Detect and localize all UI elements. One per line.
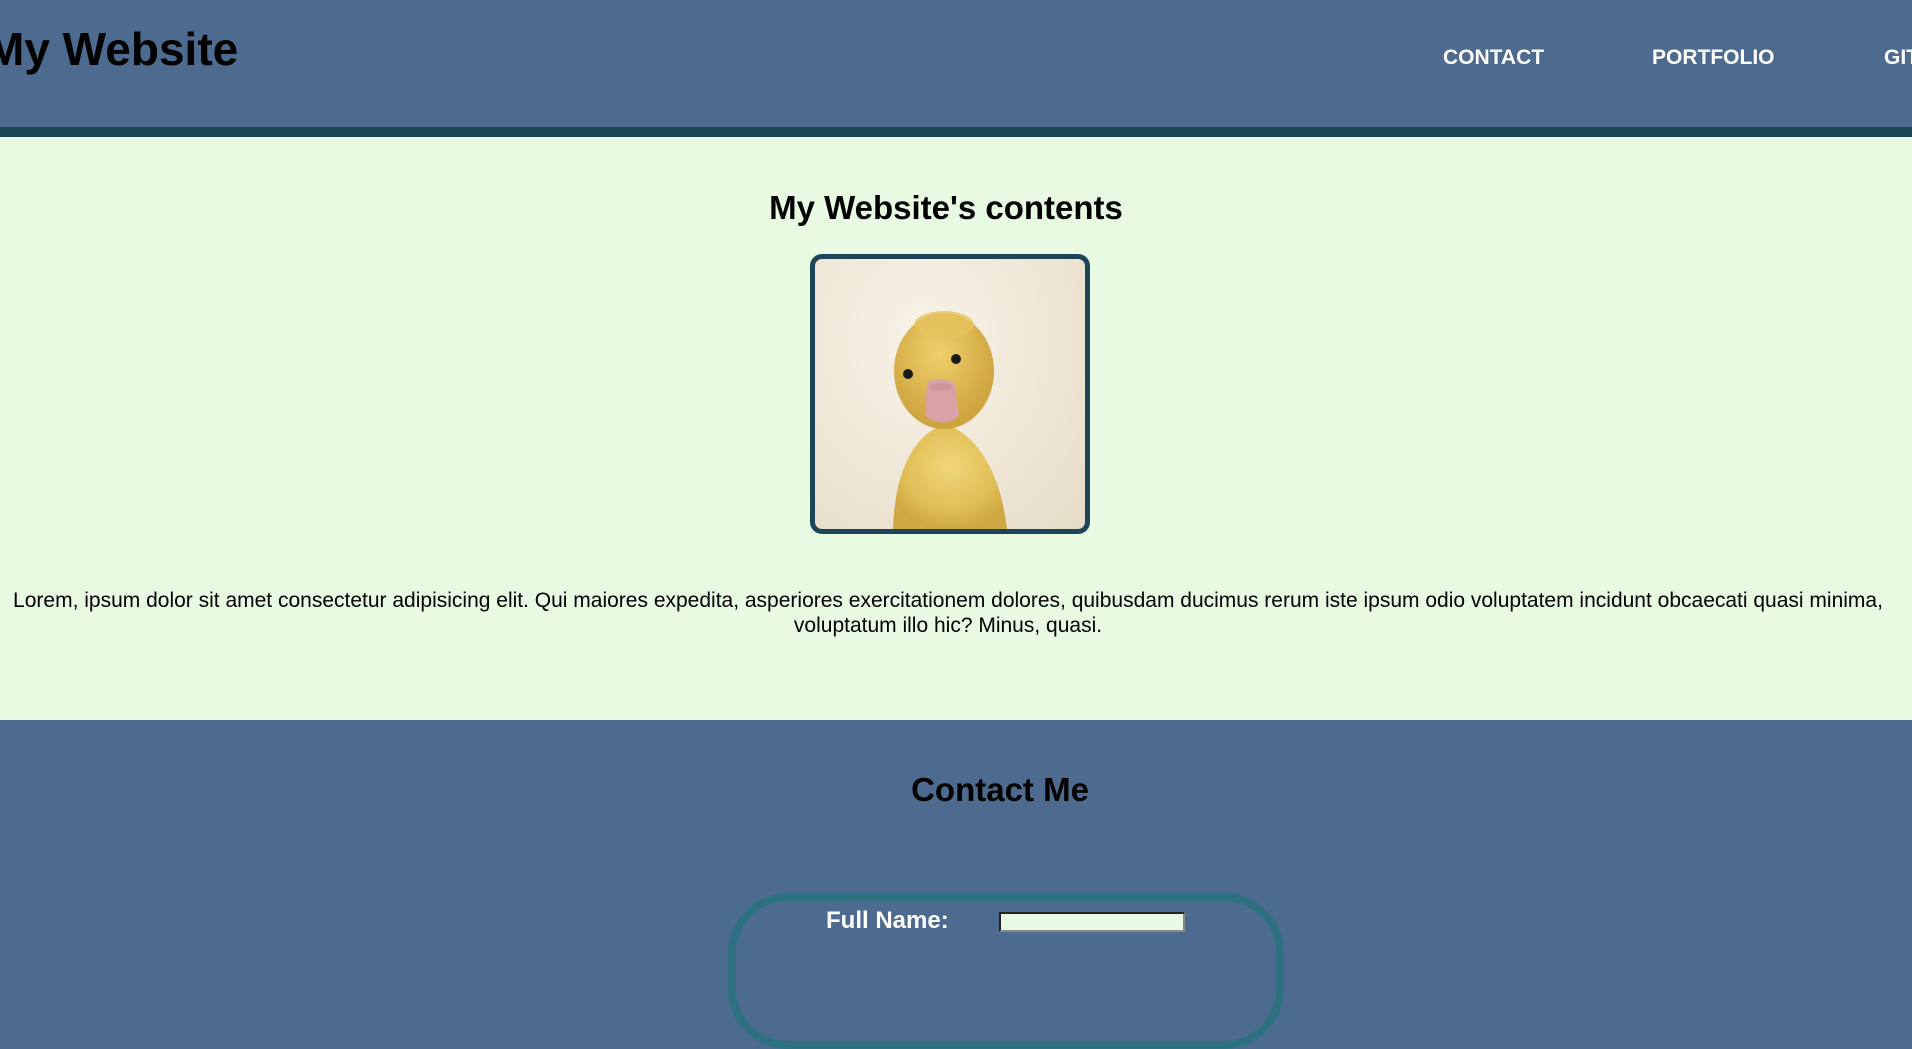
main-nav: CONTACT PORTFOLIO GITHUB: [0, 46, 1912, 72]
site-header: My Website CONTACT PORTFOLIO GITHUB: [0, 0, 1912, 137]
nav-contact-link[interactable]: CONTACT: [1443, 46, 1544, 70]
nav-github-link[interactable]: GITHUB: [1884, 46, 1912, 70]
content-paragraph: Lorem, ipsum dolor sit amet consectetur …: [13, 589, 1883, 637]
full-name-input[interactable]: [999, 912, 1185, 932]
main-content: My Website's contents Lorem, ipsum dolor…: [0, 137, 1912, 720]
duckling-illustration: [893, 311, 1007, 529]
nav-portfolio-link[interactable]: PORTFOLIO: [1652, 46, 1775, 70]
full-name-label: Full Name:: [826, 907, 949, 934]
contact-title: Contact Me: [911, 771, 1089, 808]
content-title: My Website's contents: [769, 189, 1123, 226]
duckling-image: [810, 254, 1090, 534]
